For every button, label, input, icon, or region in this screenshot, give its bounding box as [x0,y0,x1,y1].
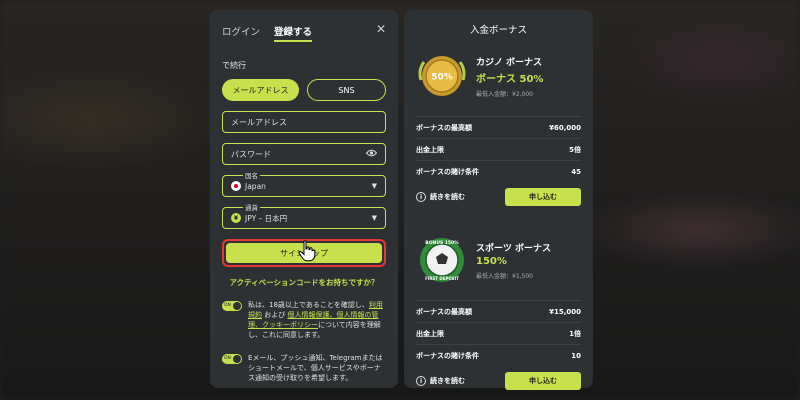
method-email-button[interactable]: メールアドレス [222,79,299,101]
read-more-label: 続きを読む [430,193,465,201]
detail-label: ボーナスの最高額 [416,307,472,316]
detail-value: 45 [571,167,581,176]
casino-read-more-link[interactable]: i 続きを読む [416,192,465,202]
signup-method-toggle: メールアドレス SNS [222,79,386,101]
marketing-text: Eメール、プッシュ通知、Telegramまたはショートメールで、個人サービスやボ… [248,353,383,382]
detail-value: 1倍 [569,329,581,338]
casino-bonus-min-deposit: 最低入金額：¥2,000 [476,90,533,98]
sports-apply-button[interactable]: 申し込む [505,372,581,390]
detail-row: ボーナスの最高額 ¥15,000 [416,300,581,322]
detail-value: 5倍 [569,145,581,154]
detail-row: 出金上限 1倍 [416,322,581,344]
chevron-down-icon: ▼ [371,214,377,222]
detail-label: 出金上限 [416,329,444,338]
casino-bonus-medal-icon: 50% [418,56,466,96]
casino-medal-text: 50% [431,73,453,83]
sports-bonus-header: BONUS 150% FIRST DEPOSIT スポーツ ボーナス 150% … [416,232,581,288]
terms-toggle[interactable]: ON [222,301,242,311]
eye-icon[interactable] [365,149,378,159]
detail-value: ¥60,000 [549,123,581,132]
detail-row: 出金上限 5倍 [416,138,581,160]
casino-bonus-percent: ボーナス 50% [476,73,544,85]
sports-bonus-details: ボーナスの最高額 ¥15,000 出金上限 1倍 ボーナスの賭け条件 10 [416,300,581,366]
casino-bonus-name: カジノ ボーナス [476,57,542,68]
detail-label: ボーナスの最高額 [416,123,472,132]
read-more-label: 続きを読む [430,377,465,385]
terms-text-part2: および [262,311,288,320]
marketing-toggle[interactable]: ON [222,353,242,364]
continue-with-label: で続行 [222,61,246,70]
method-sns-button[interactable]: SNS [307,79,386,101]
sports-bonus-name: スポーツ ボーナス [476,243,551,254]
japan-flag-icon [231,181,241,191]
terms-text-part1: 私は、18歳以上であることを確認し、 [248,301,369,309]
email-placeholder: メールアドレス [231,117,287,127]
detail-label: 出金上限 [416,145,444,154]
casino-bonus-actions: i 続きを読む 申し込む [416,188,581,206]
country-label: 国名 [243,170,260,180]
auth-tabs: ログイン 登録する ✕ [222,20,386,46]
tab-register[interactable]: 登録する [274,20,313,42]
detail-label: ボーナスの賭け条件 [416,351,479,360]
tab-login[interactable]: ログイン [222,20,260,46]
close-icon[interactable]: ✕ [376,22,386,36]
detail-value: 10 [571,351,581,360]
background-overlay [0,0,800,400]
detail-row: ボーナスの賭け条件 10 [416,344,581,366]
country-select[interactable]: 国名 Japan ▼ [222,170,386,197]
sports-medal-bottom-text: FIRST DEPOSIT [425,276,459,281]
activation-code-link[interactable]: アクティベーションコードをお持ちですか？ [222,277,386,288]
casino-bonus-header: 50% カジノ ボーナス ボーナス 50% 最低入金額：¥2,000 [416,48,581,104]
casino-apply-button[interactable]: 申し込む [505,188,581,206]
currency-label: 通貨 [243,202,260,212]
casino-bonus-details: ボーナスの最高額 ¥60,000 出金上限 5倍 ボーナスの賭け条件 45 [416,116,581,182]
sports-bonus-percent: 150% [476,255,507,267]
sports-read-more-link[interactable]: i 続きを読む [416,376,465,386]
detail-row: ボーナスの賭け条件 45 [416,160,581,182]
currency-value: JPY – 日本円 [245,213,288,223]
registration-modal: ログイン 登録する ✕ で続行 メールアドレス SNS メールアドレス パスワー… [210,10,398,388]
password-placeholder: パスワード [231,149,271,159]
chevron-down-icon: ▼ [371,182,377,190]
terms-consent: ON 私は、18歳以上であることを確認し、利用規約 および 個人情報保護、個人情… [222,300,386,341]
yen-icon: ¥ [231,213,241,223]
terms-text: 私は、18歳以上であることを確認し、利用規約 および 個人情報保護、個人情報の管… [248,300,386,341]
info-icon: i [416,376,426,386]
detail-row: ボーナスの最高額 ¥60,000 [416,116,581,138]
password-field[interactable]: パスワード [222,143,386,165]
detail-value: ¥15,000 [549,307,581,316]
email-field[interactable]: メールアドレス [222,111,386,133]
sports-bonus-ball-icon: BONUS 150% FIRST DEPOSIT [420,238,464,282]
deposit-bonus-panel: 入金ボーナス 50% カジノ ボーナス ボーナス 50% 最低入金額：¥2,00… [404,10,593,390]
info-icon: i [416,192,426,202]
detail-label: ボーナスの賭け条件 [416,167,479,176]
sports-medal-top-text: BONUS 150% [425,240,459,246]
sports-bonus-min-deposit: 最低入金額：¥1,500 [476,272,533,280]
hand-cursor-icon [298,240,316,262]
country-value: Japan [245,181,266,191]
sports-bonus-actions: i 続きを読む 申し込む [416,372,581,390]
bonus-panel-title: 入金ボーナス [469,25,527,36]
currency-select[interactable]: 通貨 ¥ JPY – 日本円 ▼ [222,202,386,229]
marketing-consent: ON Eメール、プッシュ通知、Telegramまたはショートメールで、個人サービ… [222,353,386,383]
